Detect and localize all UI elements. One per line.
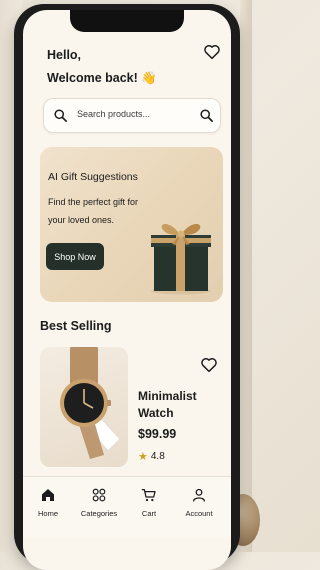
rating-value: 4.8	[150, 451, 165, 462]
tab-cart[interactable]: Cart	[124, 487, 174, 518]
phone-frame: Hello, Welcome back! 👋 Search products..…	[14, 4, 240, 570]
favorite-heart-icon[interactable]	[200, 356, 218, 374]
bottom-tab-bar: Home Categories Cart Account	[23, 476, 231, 537]
watch-icon	[60, 347, 121, 459]
tab-account-label: Account	[185, 509, 213, 518]
greeting-welcome: Welcome back! 👋	[47, 71, 157, 85]
promo-title: AI Gift Suggestions	[48, 171, 138, 183]
tab-home[interactable]: Home	[23, 487, 73, 518]
tab-cart-label: Cart	[141, 509, 157, 518]
greeting: Hello, Welcome back! 👋	[47, 44, 157, 90]
greeting-hello: Hello,	[47, 48, 82, 62]
tab-categories[interactable]: Categories	[74, 487, 124, 518]
tab-account[interactable]: Account	[174, 487, 224, 518]
star-icon: ★	[138, 451, 148, 463]
product-image[interactable]	[40, 347, 128, 467]
search-input[interactable]: Search products...	[77, 109, 150, 119]
product-rating: ★ 4.8	[138, 450, 165, 463]
grid-icon	[92, 488, 106, 502]
search-bar[interactable]: Search products...	[43, 98, 221, 133]
shop-now-button[interactable]: Shop Now	[46, 243, 104, 270]
promo-subtitle: Find the perfect gift for your loved one…	[48, 197, 139, 225]
notch	[70, 10, 184, 32]
wishlist-heart-icon[interactable]	[203, 43, 221, 61]
product-name[interactable]: Minimalist Watch	[138, 388, 218, 422]
cart-icon	[141, 489, 156, 502]
promo-banner: AI Gift Suggestions Find the perfect gif…	[40, 147, 223, 302]
section-title-best-selling: Best Selling	[40, 319, 112, 333]
tab-home-label: Home	[37, 509, 58, 518]
home-icon	[42, 489, 54, 501]
search-submit-icon[interactable]	[199, 108, 214, 123]
product-price: $99.99	[138, 427, 177, 441]
tab-categories-label: Categories	[80, 509, 118, 518]
app-screen: Hello, Welcome back! 👋 Search products..…	[23, 10, 231, 570]
search-icon	[54, 109, 67, 122]
background-right	[240, 0, 252, 552]
user-icon	[193, 488, 205, 502]
gift-box-icon	[151, 224, 211, 295]
